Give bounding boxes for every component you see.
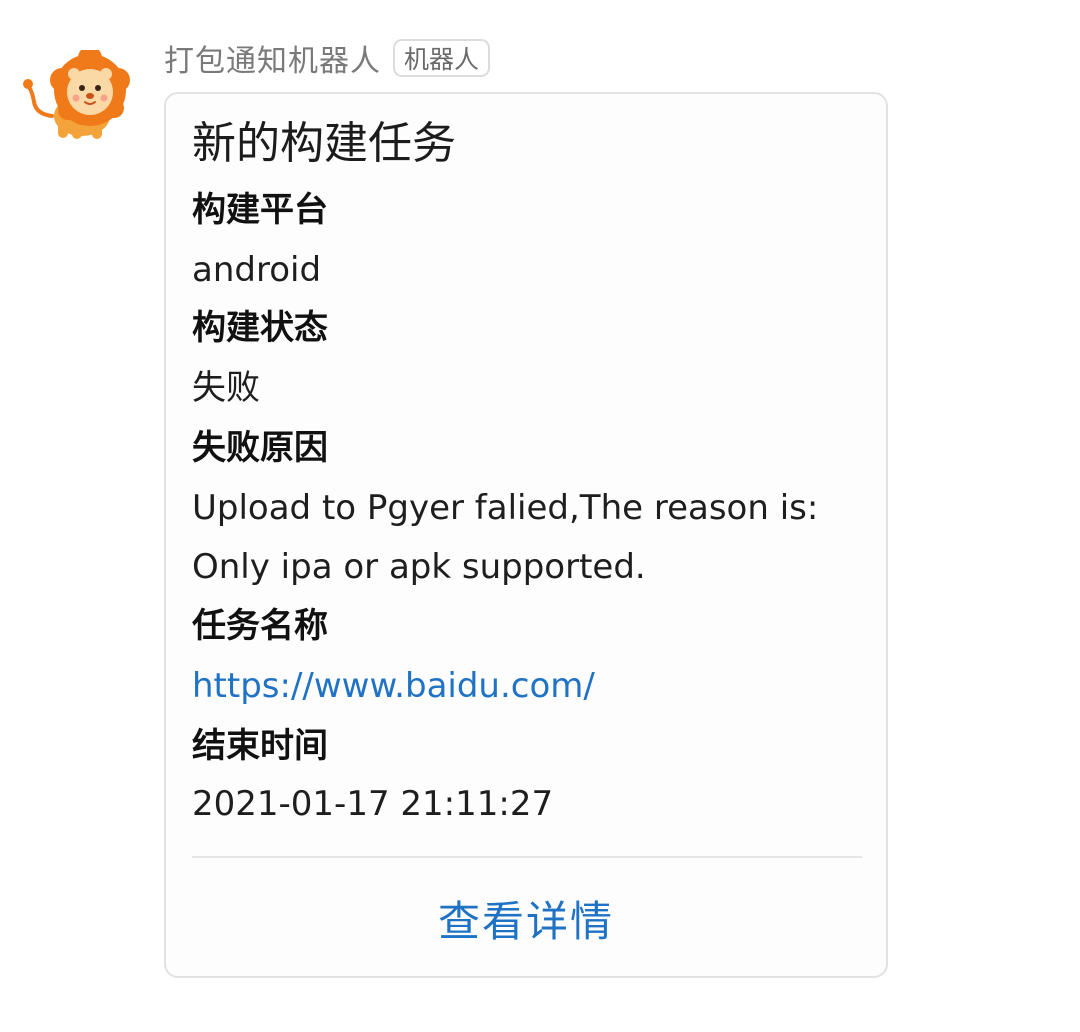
end-time-value: 2021-01-17 21:11:27 bbox=[192, 784, 554, 824]
sender-avatar[interactable] bbox=[22, 46, 130, 142]
status-value: 失败 bbox=[192, 368, 260, 408]
task-name-link[interactable]: https://www.baidu.com/ bbox=[192, 664, 595, 708]
reason-label: 失败原因 bbox=[192, 428, 328, 468]
build-notification-card[interactable]: 新的构建任务 构建平台 android 构建状态 失败 失败原因 Upload … bbox=[164, 92, 888, 978]
task-name-label: 任务名称 bbox=[192, 606, 328, 646]
end-time-label: 结束时间 bbox=[192, 726, 328, 766]
lion-avatar-icon bbox=[23, 46, 130, 139]
card-divider bbox=[192, 856, 862, 858]
platform-value: android bbox=[192, 250, 322, 290]
sender-name[interactable]: 打包通知机器人 bbox=[164, 36, 381, 80]
platform-label: 构建平台 bbox=[192, 190, 328, 230]
card-title: 新的构建任务 bbox=[192, 118, 456, 169]
view-details-button[interactable]: 查看详情 bbox=[166, 894, 886, 950]
reason-value-line1: Upload to Pgyer falied,The reason is: bbox=[192, 488, 819, 528]
status-label: 构建状态 bbox=[192, 308, 328, 348]
reason-value-line2: Only ipa or apk supported. bbox=[192, 547, 646, 587]
chat-view: 打包通知机器人 机器人 新的构建任务 构建平台 android 构建状态 失败 … bbox=[0, 0, 1080, 1032]
robot-badge: 机器人 bbox=[393, 39, 491, 77]
sender-header: 打包通知机器人 机器人 bbox=[164, 36, 491, 80]
